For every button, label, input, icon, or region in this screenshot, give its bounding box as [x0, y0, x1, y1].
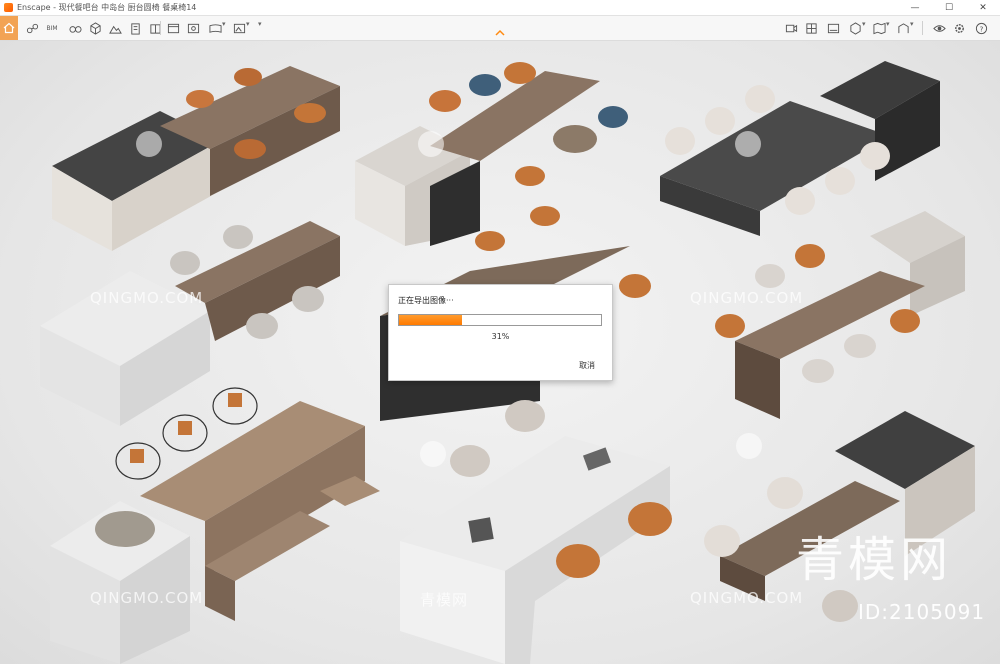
- chevron-up-icon: [495, 29, 505, 36]
- more-dropdown-icon[interactable]: ▾: [258, 20, 262, 28]
- island-set-3: [660, 61, 940, 236]
- watermark-logo: [736, 433, 762, 459]
- svg-text:?: ?: [979, 24, 983, 33]
- watermark-logo-icon: [418, 131, 444, 157]
- library-button[interactable]: [896, 21, 910, 35]
- home-icon: [3, 22, 15, 34]
- window-icon: [167, 23, 179, 33]
- title-bar: Enscape - 现代餐吧台 中岛台 厨台圆椅 餐桌椅14 — ☐ ✕: [0, 0, 1000, 16]
- island-set-8: [400, 400, 672, 664]
- help-button[interactable]: ?: [974, 21, 988, 35]
- settings-button[interactable]: [952, 21, 966, 35]
- bim-icon: BIM: [46, 24, 58, 32]
- bim-button[interactable]: BIM: [45, 21, 59, 35]
- screenshot-button[interactable]: [186, 21, 200, 35]
- watermark-logo: [420, 441, 446, 467]
- scene-icon: [827, 23, 839, 33]
- export-progress-bar: [398, 314, 602, 326]
- watermark-logo-icon: [735, 131, 761, 157]
- mountain-icon: [108, 25, 122, 34]
- window-controls: — ☐ ✕: [898, 0, 1000, 15]
- grid-button[interactable]: [804, 21, 818, 35]
- watermark-logo-icon: [136, 131, 162, 157]
- progress-fill: [399, 315, 462, 325]
- cube-outline-button[interactable]: [88, 21, 102, 35]
- island-set-6: [715, 211, 965, 419]
- watermark-logo: [418, 131, 444, 157]
- watermark-label: QINGMO.COM: [690, 289, 804, 307]
- watermark-text: 青模网: [420, 589, 468, 610]
- watermark-text: QINGMO.COM: [90, 289, 203, 307]
- minimize-button[interactable]: —: [898, 0, 932, 15]
- watermark-label: 青模网: [420, 591, 469, 609]
- maximize-button[interactable]: ☐: [932, 0, 966, 15]
- island-set-7: [50, 387, 380, 664]
- watermark-text: QINGMO.COM: [90, 589, 203, 607]
- toolbar-separator: [922, 21, 923, 35]
- image-settings-button[interactable]: [232, 21, 246, 35]
- close-button[interactable]: ✕: [966, 0, 1000, 15]
- brand-watermark: 青模网: [796, 532, 953, 588]
- watermark-logo: [735, 131, 761, 157]
- window-button[interactable]: [166, 21, 180, 35]
- watermark-label: QINGMO.COM: [690, 589, 804, 607]
- panorama-dropdown-icon[interactable]: ▾: [222, 20, 226, 28]
- cube-button[interactable]: [848, 21, 862, 35]
- building-button[interactable]: [128, 21, 142, 35]
- binoculars-button[interactable]: [68, 21, 82, 35]
- screenshot-icon: [187, 23, 199, 33]
- cancel-button[interactable]: 取消: [579, 360, 595, 371]
- collapse-toolbar-button[interactable]: [494, 27, 506, 37]
- image-settings-icon: [233, 23, 245, 33]
- image-settings-dropdown-icon[interactable]: ▾: [246, 20, 250, 28]
- window-title: Enscape - 现代餐吧台 中岛台 厨台圆椅 餐桌椅14: [17, 3, 197, 12]
- grid-icon: [805, 22, 817, 34]
- map-button[interactable]: [872, 21, 886, 35]
- help-icon: ?: [975, 22, 987, 34]
- watermark-logo: [136, 131, 162, 157]
- link-button[interactable]: [25, 21, 39, 35]
- island-set-1: [52, 66, 340, 251]
- toolbar-separator: [160, 21, 161, 35]
- export-progress-dialog: 正在导出图像··· 31% 取消: [388, 284, 613, 381]
- island-set-2: [355, 62, 628, 246]
- watermark-logo-icon: [420, 441, 446, 467]
- watermark-logo-icon: [736, 433, 762, 459]
- binoculars-icon: [68, 25, 82, 33]
- panorama-button[interactable]: [208, 21, 222, 35]
- mountain-button[interactable]: [108, 21, 122, 35]
- eye-button[interactable]: [932, 21, 946, 35]
- map-dropdown-icon[interactable]: ▾: [886, 20, 890, 28]
- library-icon: [897, 22, 909, 33]
- watermark-text: QINGMO.COM: [690, 589, 803, 607]
- eye-icon: [932, 24, 946, 32]
- model-id-label: ID:2105091: [858, 600, 986, 624]
- enscape-logo-icon: [4, 3, 13, 12]
- scene-button[interactable]: [826, 21, 840, 35]
- watermark-text: QINGMO.COM: [690, 289, 803, 307]
- island-set-4: [40, 221, 340, 426]
- library-dropdown-icon[interactable]: ▾: [910, 20, 914, 28]
- watermark-label: QINGMO.COM: [90, 289, 204, 307]
- link-icon: [26, 23, 38, 33]
- map-icon: [872, 22, 886, 34]
- panorama-icon: [208, 23, 222, 33]
- home-button[interactable]: [0, 16, 18, 40]
- building-icon: [130, 22, 140, 35]
- video-button[interactable]: [784, 21, 798, 35]
- settings-icon: [954, 23, 964, 33]
- watermark-label: QINGMO.COM: [90, 589, 204, 607]
- progress-percent: 31%: [491, 332, 510, 341]
- cube-dropdown-icon[interactable]: ▾: [862, 20, 866, 28]
- dialog-title: 正在导出图像···: [398, 296, 454, 305]
- video-icon: [785, 24, 797, 32]
- cube-outline-icon: [89, 21, 101, 35]
- cube-icon: [849, 21, 861, 35]
